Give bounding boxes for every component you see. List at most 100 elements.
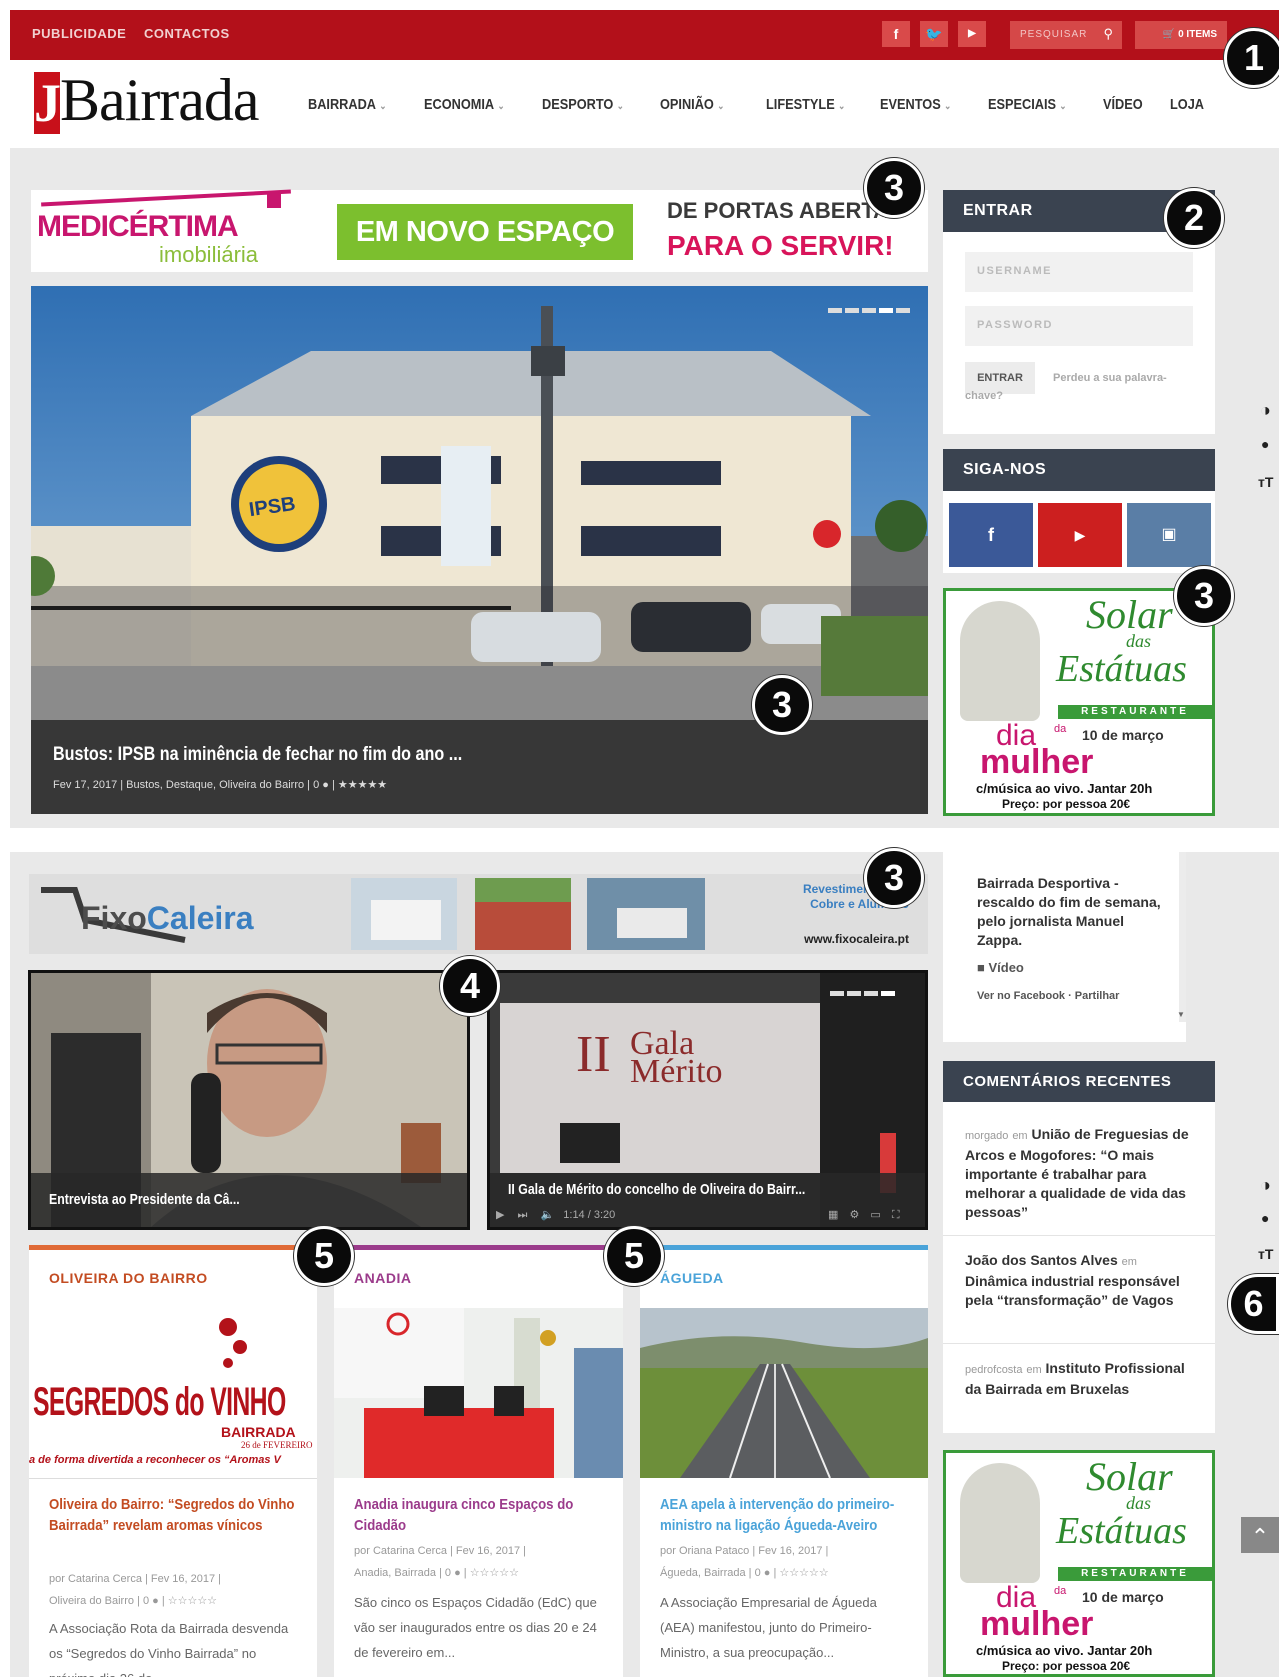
logo-mark[interactable]: J <box>34 72 61 134</box>
slider-dot-active[interactable] <box>879 308 893 313</box>
search-icon[interactable]: ⚲ <box>1103 26 1114 42</box>
facebook-video-label[interactable]: ■ Vídeo <box>977 960 1024 975</box>
facebook-follow-button[interactable]: f <box>949 503 1033 567</box>
gala-screen-ii: II <box>576 1026 611 1083</box>
twitter-icon[interactable]: 🐦 <box>920 21 948 47</box>
marker-3-sidebar-ad: 3 <box>1174 566 1234 626</box>
slider-dot[interactable] <box>862 308 876 313</box>
post-image[interactable]: SEGREDOS do VINHO BAIRRADA 26 de FEVEREI… <box>29 1308 317 1473</box>
search-input[interactable]: PESQUISAR ⚲ <box>1010 21 1122 49</box>
featured-slider[interactable]: IPSB Bustos: IPSB na iminência de fechar… <box>31 286 928 814</box>
post-title[interactable]: Anadia inaugura cinco Espaços do Cidadão <box>354 1494 600 1536</box>
post-image[interactable] <box>334 1308 623 1478</box>
slider-dot[interactable] <box>845 308 859 313</box>
cart-button[interactable]: 🛒 0 ITEMS <box>1135 21 1227 49</box>
scrollbar[interactable] <box>1179 852 1186 1022</box>
settings-icon[interactable]: ⚙ <box>849 1209 859 1221</box>
video-dot[interactable] <box>830 991 844 996</box>
publicidade-link[interactable]: PUBLICIDADE <box>32 26 126 41</box>
ad-brand: MEDICÉRTIMA <box>37 210 239 243</box>
video-camera-icon: ■ <box>977 960 989 975</box>
slider-meta: Fev 17, 2017 | Bustos, Destaque, Oliveir… <box>53 779 388 791</box>
comment-item[interactable]: João dos Santos Alves em Dinâmica indust… <box>965 1251 1201 1310</box>
nav-especiais[interactable]: ESPECIAIS ⌄ <box>988 96 1067 113</box>
drop-icon[interactable]: ● <box>1261 1210 1269 1226</box>
marker-5: 5 <box>604 1226 664 1286</box>
fixocaleira-ad[interactable]: FixoCaleira Revestimentos em Cobre e Alu… <box>29 874 928 954</box>
forgot-password-link[interactable]: Perdeu a sua palavra-chave? <box>965 369 1195 405</box>
house-photo <box>351 878 457 950</box>
category-title[interactable]: OLIVEIRA DO BAIRRO <box>49 1270 208 1286</box>
wine-drop <box>219 1318 237 1336</box>
solar-ad-2[interactable]: Solar das Estátuas RESTAURANTE dia da 10… <box>943 1450 1215 1677</box>
fullscreen-icon[interactable]: ⛶ <box>892 1209 900 1221</box>
scroll-top-button[interactable]: ⌃ <box>1241 1517 1279 1553</box>
chevron-down-icon: ⌄ <box>616 101 624 112</box>
comment-item[interactable]: morgado em União de Freguesias de Arcos … <box>965 1125 1201 1222</box>
contrast-icon[interactable]: ◑ <box>1260 400 1271 421</box>
contactos-link[interactable]: CONTACTOS <box>144 26 230 41</box>
facebook-links[interactable]: Ver no Facebook · Partilhar <box>977 990 1119 1002</box>
solar-mulher: mulher <box>980 1605 1094 1643</box>
category-title[interactable]: ÁGUEDA <box>660 1270 724 1286</box>
post-meta: por Catarina Cerca | Fev 16, 2017 | Olive… <box>49 1573 222 1607</box>
section-divider <box>0 828 1279 852</box>
drop-icon[interactable]: ● <box>1261 436 1269 452</box>
marker-5: 5 <box>294 1226 354 1286</box>
fixocaleira-url: www.fixocaleira.pt <box>804 932 909 946</box>
facebook-icon[interactable]: f <box>882 21 910 47</box>
slider-title[interactable]: Bustos: IPSB na iminência de fechar no f… <box>53 744 462 766</box>
comment-item[interactable]: pedrofcosta em Instituto Profissional da… <box>965 1359 1201 1399</box>
post-title[interactable]: AEA apela à intervenção do primeiro-mini… <box>660 1494 906 1536</box>
scroll-down-icon[interactable]: ▼ <box>1177 1010 1185 1019</box>
gala-screen-merito: Mérito <box>630 1053 723 1090</box>
video-player-2[interactable]: II Gala Mérito II Gala de Mérito do conc… <box>487 970 928 1230</box>
username-input[interactable]: USERNAME <box>965 252 1193 292</box>
post-excerpt: A Associação Rota da Bairrada desvenda o… <box>49 1621 289 1677</box>
text-size-icon[interactable]: тT <box>1258 474 1273 490</box>
slider-dot[interactable] <box>896 308 910 313</box>
video-controls[interactable]: ▶ ⏭ 🔈 1:14 / 3:20 <box>496 1208 615 1222</box>
next-icon[interactable]: ⏭ <box>518 1209 528 1221</box>
youtube-follow-button[interactable]: ▶ <box>1038 503 1122 567</box>
nav-video[interactable]: VÍDEO <box>1103 96 1143 113</box>
subtitles-icon[interactable]: ▦ <box>828 1209 838 1221</box>
contrast-icon[interactable]: ◑ <box>1260 1175 1271 1196</box>
medicertima-ad[interactable]: MEDICÉRTIMA imobiliária EM NOVO ESPAÇO D… <box>31 189 928 272</box>
play-icon[interactable]: ▶ <box>496 1209 504 1221</box>
video-player-1[interactable]: Entrevista ao Presidente da Câ... <box>28 970 470 1230</box>
building-photo <box>587 878 705 950</box>
post-meta: por Oriana Pataco | Fev 16, 2017 | Águeda… <box>660 1545 829 1579</box>
video-title-1[interactable]: Entrevista ao Presidente da Câ... <box>49 1191 240 1208</box>
video-dot-active[interactable] <box>881 991 895 996</box>
video-dot[interactable] <box>864 991 878 996</box>
site-header: J Bairrada BAIRRADA ⌄ ECONOMIA ⌄ DESPORTO ⌄… <box>10 60 1279 148</box>
category-title[interactable]: ANADIA <box>354 1270 411 1286</box>
nav-economia[interactable]: ECONOMIA ⌄ <box>424 96 505 113</box>
logo-text[interactable]: Bairrada <box>60 66 260 135</box>
password-input[interactable]: PASSWORD <box>965 306 1193 346</box>
instagram-follow-button[interactable]: ▣ <box>1127 503 1211 567</box>
video-title-2[interactable]: II Gala de Mérito do concelho de Oliveir… <box>508 1181 805 1198</box>
nav-desporto[interactable]: DESPORTO ⌄ <box>542 96 624 113</box>
wine-drop <box>233 1340 247 1354</box>
chevron-down-icon: ⌄ <box>717 101 725 112</box>
post-title[interactable]: Oliveira do Bairro: “Segredos do Vinho B… <box>49 1494 295 1536</box>
ad-green-box: EM NOVO ESPAÇO <box>337 204 633 260</box>
video-dot[interactable] <box>847 991 861 996</box>
slider-dot[interactable] <box>828 308 842 313</box>
nav-opiniao[interactable]: OPINIÃO ⌄ <box>660 96 724 113</box>
nav-lifestyle[interactable]: LIFESTYLE ⌄ <box>766 96 845 113</box>
category-column-anadia: ANADIA Anadia inaugura cinco Espaços do … <box>334 1245 623 1677</box>
ad-brand-sub: imobiliária <box>159 242 259 267</box>
post-image[interactable] <box>640 1308 928 1478</box>
youtube-icon[interactable]: ▶ <box>958 21 986 47</box>
nav-bairrada[interactable]: BAIRRADA ⌄ <box>308 96 387 113</box>
theater-icon[interactable]: ▭ <box>870 1209 880 1221</box>
nav-loja[interactable]: LOJA <box>1170 96 1204 113</box>
volume-icon[interactable]: 🔈 <box>541 1209 555 1221</box>
nav-eventos[interactable]: EVENTOS ⌄ <box>880 96 951 113</box>
marker-3-top-ad: 3 <box>864 158 924 218</box>
text-size-icon[interactable]: тT <box>1258 1246 1273 1262</box>
solar-ad[interactable]: Solar das Estátuas RESTAURANTE dia da 10… <box>943 588 1215 816</box>
